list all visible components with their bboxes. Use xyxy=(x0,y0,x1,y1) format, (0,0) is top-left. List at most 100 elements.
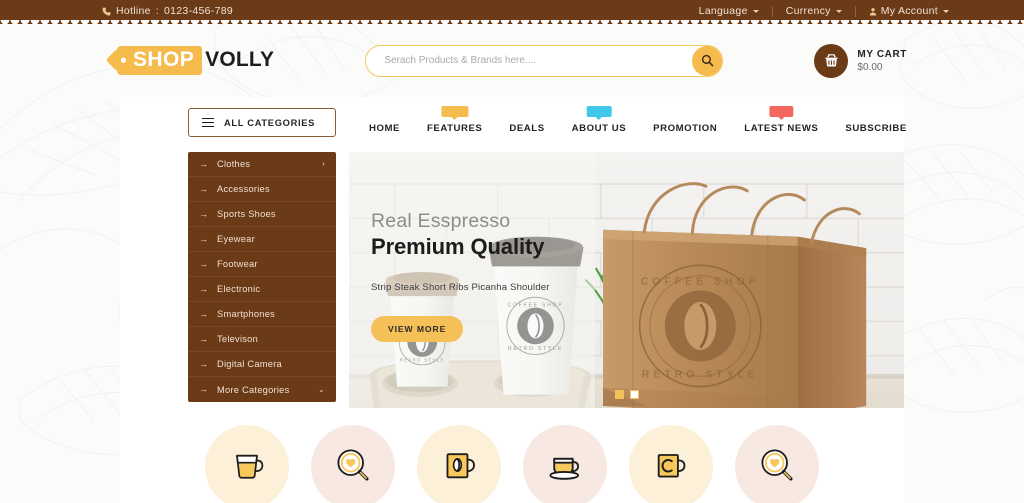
hotline-info: Hotline : 0123-456-789 xyxy=(102,5,233,17)
all-categories-label: ALL CATEGORIES xyxy=(224,117,316,128)
chevron-down-icon xyxy=(835,9,842,13)
nav-item-label: PROMOTION xyxy=(653,123,718,134)
hero-text-block: Real Esspresso Premium Quality Strip Ste… xyxy=(371,210,550,342)
nav-item-deals[interactable]: DEALS xyxy=(509,123,544,136)
arrow-right-icon: → xyxy=(199,258,209,269)
nav-item-latest-news[interactable]: HOT LATEST NEWS xyxy=(744,106,819,136)
category-item-televison[interactable]: → Televison xyxy=(188,327,336,352)
site-logo[interactable]: SHOP VOLLY xyxy=(117,46,275,75)
top-utility-bar: Hotline : 0123-456-789 Language Currency… xyxy=(0,0,1024,28)
topbar-links: Language Currency My Account xyxy=(686,5,962,17)
chevron-down-icon xyxy=(943,9,949,13)
nav-item-promotion[interactable]: PROMOTION xyxy=(653,123,717,136)
feature-icon-strip xyxy=(120,408,904,503)
nav-item-home[interactable]: HOME xyxy=(369,123,400,136)
category-item-label: Eyewear xyxy=(217,234,255,244)
view-more-button[interactable]: VIEW MORE xyxy=(371,315,464,342)
logo-text-volly: VOLLY xyxy=(205,48,275,72)
carousel-dot-1[interactable] xyxy=(614,390,624,399)
cart-title: MY CART xyxy=(857,48,907,60)
cart-widget[interactable]: MY CART $0.00 xyxy=(814,43,907,78)
category-item-eyewear[interactable]: → Eyewear xyxy=(188,227,336,252)
logo-dot-icon xyxy=(121,58,126,63)
carousel-indicators xyxy=(614,390,639,399)
phone-icon xyxy=(102,7,111,15)
language-label: Language xyxy=(698,5,748,17)
arrow-right-icon: → xyxy=(199,308,209,319)
feature-circle-2[interactable] xyxy=(311,425,395,503)
nav-item-label: SUBSCRIBE xyxy=(845,123,907,134)
content-row: → Clothes › → Accessories → Sports Shoes → Eyewe… xyxy=(120,146,904,408)
arrow-right-icon: → xyxy=(199,183,209,194)
svg-text:COFFEE SHOP: COFFEE SHOP xyxy=(641,277,760,288)
nav-item-label: DEALS xyxy=(509,123,545,134)
cart-icon-circle xyxy=(814,43,849,78)
carousel-dot-2[interactable] xyxy=(629,390,639,399)
nav-item-label: LATEST NEWS xyxy=(744,123,819,134)
magnifier-heart-icon xyxy=(333,445,373,490)
category-item-sports-shoes[interactable]: → Sports Shoes xyxy=(188,202,336,227)
hero-banner[interactable]: COFFEE SHOP RETRO STYLE Real Esspresso P… xyxy=(349,152,904,408)
svg-text:RETRO STYLE: RETRO STYLE xyxy=(642,369,759,380)
category-item-label: Televison xyxy=(217,334,259,344)
my-account-menu[interactable]: My Account xyxy=(856,5,962,17)
nav-item-subscribe[interactable]: SUBSCRIBE xyxy=(845,123,906,136)
cart-total-price: $0.00 xyxy=(857,61,883,73)
arrow-right-icon: → xyxy=(199,158,209,169)
feature-circle-1[interactable] xyxy=(205,425,289,503)
arrow-right-icon: → xyxy=(199,233,209,244)
nav-item-features[interactable]: SALE FEATURES xyxy=(427,106,482,136)
mug-letter-c-icon xyxy=(651,445,691,490)
language-selector[interactable]: Language xyxy=(686,5,772,17)
search-icon xyxy=(701,54,714,67)
nav-badge-hot: HOT xyxy=(769,106,793,117)
category-item-clothes[interactable]: → Clothes › xyxy=(188,152,336,177)
magnifier-heart-alt-icon xyxy=(757,445,797,490)
hotline-label: Hotline xyxy=(116,5,151,17)
hero-title: Premium Quality xyxy=(371,234,545,260)
cup-saucer-icon xyxy=(545,445,585,490)
currency-selector[interactable]: Currency xyxy=(773,5,855,17)
category-item-smartphones[interactable]: → Smartphones xyxy=(188,302,336,327)
hotline-number: 0123-456-789 xyxy=(164,5,234,17)
category-item-label: Digital Camera xyxy=(217,359,282,369)
category-item-accessories[interactable]: → Accessories xyxy=(188,177,336,202)
category-item-digital-camera[interactable]: → Digital Camera xyxy=(188,352,336,377)
search-bar xyxy=(365,44,724,77)
main-content-panel: ALL CATEGORIES HOME SALE FEATURES DEALS NEW A… xyxy=(120,97,907,503)
search-input[interactable] xyxy=(365,44,724,77)
all-categories-button[interactable]: ALL CATEGORIES xyxy=(188,108,336,137)
category-sidebar: → Clothes › → Accessories → Sports Shoes → Eyewe… xyxy=(188,152,336,402)
hero-description: Strip Steak Short Ribs Picanha Shoulder xyxy=(371,281,550,293)
arrow-right-icon: → xyxy=(199,333,209,344)
coffee-mug-bean-icon xyxy=(439,445,479,490)
user-icon xyxy=(869,7,876,15)
nav-item-label: HOME xyxy=(369,123,400,134)
navigation-row: ALL CATEGORIES HOME SALE FEATURES DEALS NEW A… xyxy=(120,106,907,146)
arrow-right-icon: → xyxy=(199,384,209,394)
main-navigation: HOME SALE FEATURES DEALS NEW ABOUT US PROMOTIO… xyxy=(369,106,907,137)
category-item-label: Smartphones xyxy=(217,309,276,319)
arrow-right-icon: → xyxy=(199,208,209,219)
nav-item-label: ABOUT US xyxy=(571,123,627,134)
search-submit-button[interactable] xyxy=(692,45,723,76)
currency-label: Currency xyxy=(785,5,831,17)
category-item-more-categories[interactable]: → More Categories ⌄ xyxy=(188,377,336,402)
chevron-down-icon: ⌄ xyxy=(318,384,325,394)
logo-text-shop: SHOP xyxy=(133,48,195,72)
category-item-electronic[interactable]: → Electronic xyxy=(188,277,336,302)
feature-circle-4[interactable] xyxy=(523,425,607,503)
arrow-right-icon: → xyxy=(199,283,209,294)
logo-tag-shape: SHOP xyxy=(117,46,203,75)
chevron-right-icon: › xyxy=(322,159,325,168)
hero-subtitle: Real Esspresso xyxy=(371,210,511,232)
category-item-footwear[interactable]: → Footwear xyxy=(188,252,336,277)
scalloped-edge xyxy=(0,20,1024,28)
arrow-right-icon: → xyxy=(199,358,209,369)
category-item-label: Accessories xyxy=(217,184,270,194)
nav-item-about-us[interactable]: NEW ABOUT US xyxy=(571,106,627,136)
feature-circle-5[interactable] xyxy=(629,425,713,503)
feature-circle-6[interactable] xyxy=(735,425,819,503)
category-item-label: Footwear xyxy=(217,259,258,269)
feature-circle-3[interactable] xyxy=(417,425,501,503)
